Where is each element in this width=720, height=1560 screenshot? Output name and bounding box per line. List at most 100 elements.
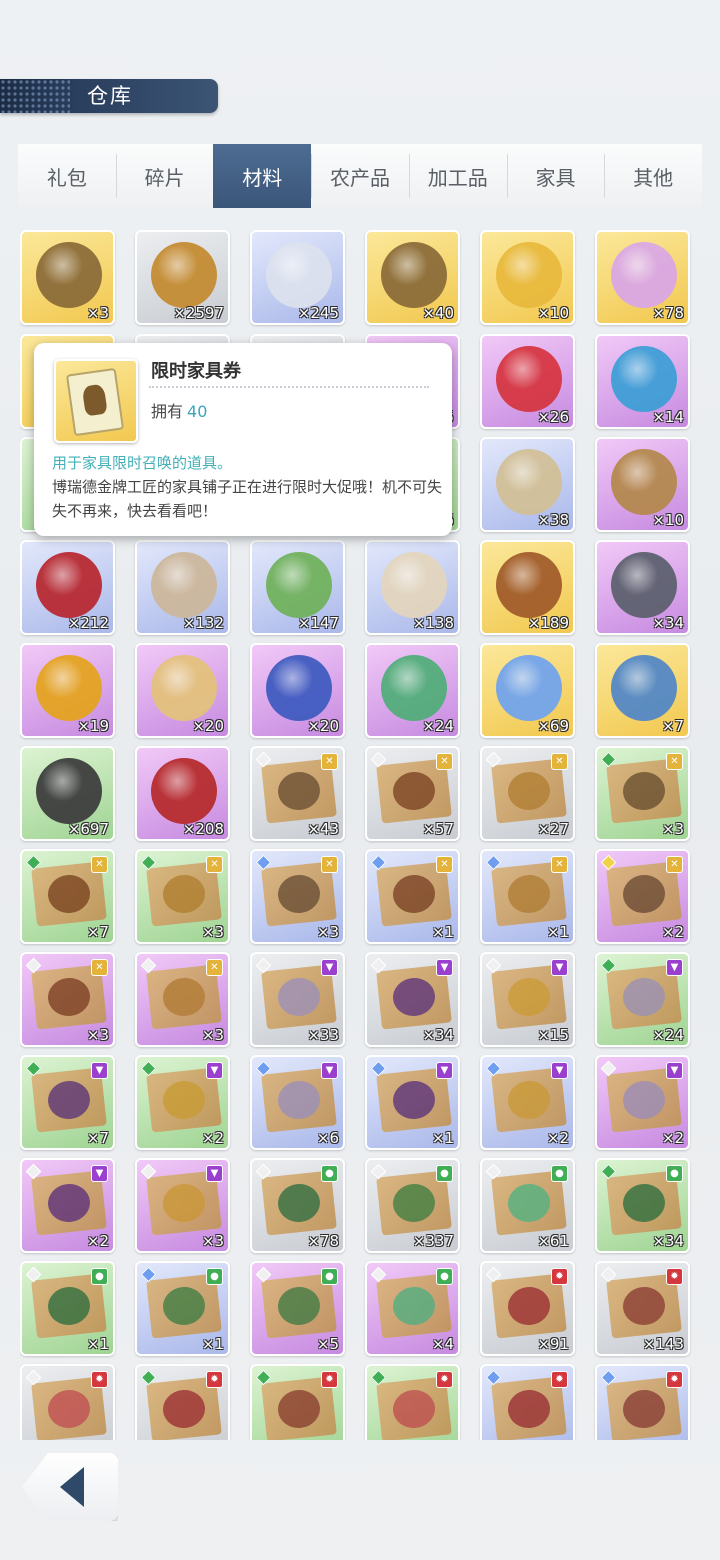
item-slot[interactable]: ✹ — [250, 1364, 345, 1440]
tooltip-item-name: 限时家具券 — [151, 361, 241, 382]
item-count: ×34 — [422, 1026, 454, 1044]
tab-0[interactable]: 礼包 — [18, 144, 116, 208]
tab-6[interactable]: 其他 — [604, 144, 703, 208]
category-badge-icon: ● — [436, 1165, 453, 1182]
item-slot[interactable]: ×26 — [480, 334, 575, 429]
item-slot[interactable]: ✕ ×43 — [250, 746, 345, 841]
item-slot[interactable]: ▼ ×3 — [135, 1158, 230, 1253]
item-slot[interactable]: ×2597 — [135, 230, 230, 325]
item-slot[interactable]: ✹ — [20, 1364, 115, 1440]
tab-1[interactable]: 碎片 — [115, 144, 214, 208]
item-slot[interactable]: ✕ ×1 — [480, 849, 575, 944]
item-slot[interactable]: ✕ ×7 — [20, 849, 115, 944]
category-tabs: 礼包 碎片 材料 农产品 加工品 家具 其他 — [18, 144, 703, 208]
item-slot[interactable]: ● ×1 — [135, 1261, 230, 1356]
item-slot[interactable]: ×38 — [480, 437, 575, 532]
item-slot[interactable]: ×10 — [595, 437, 690, 532]
item-slot[interactable]: ×245 — [250, 230, 345, 325]
item-slot[interactable]: ▼ ×15 — [480, 952, 575, 1047]
item-slot[interactable]: ● ×4 — [365, 1261, 460, 1356]
item-count: ×212 — [67, 614, 109, 632]
category-badge-icon: ✹ — [551, 1268, 568, 1285]
item-slot[interactable]: ×40 — [365, 230, 460, 325]
item-slot[interactable]: ▼ ×2 — [480, 1055, 575, 1150]
category-badge-icon: ▼ — [666, 959, 683, 976]
item-slot[interactable]: ● ×5 — [250, 1261, 345, 1356]
item-slot[interactable]: ×10 — [480, 230, 575, 325]
item-slot[interactable]: ● ×61 — [480, 1158, 575, 1253]
item-slot[interactable]: ×208 — [135, 746, 230, 841]
tab-2[interactable]: 材料 — [213, 144, 312, 208]
item-slot[interactable]: ×24 — [365, 643, 460, 738]
page-title: 仓库 — [87, 84, 133, 108]
item-slot[interactable]: ×20 — [135, 643, 230, 738]
item-slot[interactable]: ✕ ×3 — [135, 952, 230, 1047]
item-slot[interactable]: ×20 — [250, 643, 345, 738]
item-slot[interactable]: ✕ ×3 — [20, 952, 115, 1047]
item-slot[interactable]: ● ×78 — [250, 1158, 345, 1253]
tab-5[interactable]: 家具 — [506, 144, 605, 208]
item-slot[interactable]: ✹ — [480, 1364, 575, 1440]
item-slot[interactable]: ✹ — [135, 1364, 230, 1440]
item-slot[interactable]: ✹ — [595, 1364, 690, 1440]
back-button[interactable] — [22, 1453, 118, 1521]
herb-icon — [266, 242, 332, 308]
category-badge-icon: ▼ — [436, 959, 453, 976]
fossil-icon — [151, 552, 217, 618]
leaf-pearl-icon — [381, 655, 447, 721]
item-slot[interactable]: ▼ ×33 — [250, 952, 345, 1047]
item-slot[interactable]: ▼ ×6 — [250, 1055, 345, 1150]
item-slot[interactable]: ✕ ×2 — [595, 849, 690, 944]
item-slot[interactable]: ▼ ×7 — [20, 1055, 115, 1150]
item-count: ×1 — [201, 1335, 224, 1353]
category-badge-icon: ▼ — [206, 1165, 223, 1182]
item-slot[interactable]: ▼ ×24 — [595, 952, 690, 1047]
item-slot[interactable]: ×132 — [135, 540, 230, 635]
item-slot[interactable]: ✹ ×91 — [480, 1261, 575, 1356]
item-slot[interactable]: ×147 — [250, 540, 345, 635]
item-slot[interactable]: ✕ ×1 — [365, 849, 460, 944]
item-slot[interactable]: ▼ ×2 — [20, 1158, 115, 1253]
item-count: ×3 — [661, 820, 684, 838]
item-count: ×2 — [661, 1129, 684, 1147]
category-badge-icon: ✕ — [321, 753, 338, 770]
item-slot[interactable]: ×697 — [20, 746, 115, 841]
necklace-icon — [266, 655, 332, 721]
item-slot[interactable]: ×14 — [595, 334, 690, 429]
category-badge-icon: ▼ — [436, 1062, 453, 1079]
owned-count: 40 — [187, 402, 208, 421]
item-slot[interactable]: ▼ ×1 — [365, 1055, 460, 1150]
item-slot[interactable]: ▼ ×2 — [595, 1055, 690, 1150]
item-count: ×26 — [537, 408, 569, 426]
item-slot[interactable]: ✕ ×3 — [250, 849, 345, 944]
item-slot[interactable]: ✕ ×27 — [480, 746, 575, 841]
ticket-icon — [381, 242, 447, 308]
item-slot[interactable]: ✹ ×143 — [595, 1261, 690, 1356]
item-slot[interactable]: ×69 — [480, 643, 575, 738]
item-slot[interactable]: ×3 — [20, 230, 115, 325]
category-badge-icon: ● — [321, 1268, 338, 1285]
category-badge-icon: ✕ — [91, 856, 108, 873]
category-badge-icon: ▼ — [91, 1165, 108, 1182]
item-slot[interactable]: ×34 — [595, 540, 690, 635]
tab-3[interactable]: 农产品 — [311, 144, 409, 208]
item-slot[interactable]: ×19 — [20, 643, 115, 738]
item-slot[interactable]: ✕ ×57 — [365, 746, 460, 841]
item-slot[interactable]: ✕ ×3 — [595, 746, 690, 841]
item-count: ×27 — [537, 820, 569, 838]
item-slot[interactable]: ● ×34 — [595, 1158, 690, 1253]
category-badge-icon: ✹ — [436, 1371, 453, 1388]
item-slot[interactable]: ×7 — [595, 643, 690, 738]
item-slot[interactable]: ✕ ×3 — [135, 849, 230, 944]
category-badge-icon: ✕ — [321, 856, 338, 873]
item-slot[interactable]: ×189 — [480, 540, 575, 635]
item-slot[interactable]: ▼ ×2 — [135, 1055, 230, 1150]
item-slot[interactable]: ×138 — [365, 540, 460, 635]
item-slot[interactable]: ✹ — [365, 1364, 460, 1440]
item-slot[interactable]: ×212 — [20, 540, 115, 635]
item-slot[interactable]: ▼ ×34 — [365, 952, 460, 1047]
item-slot[interactable]: ● ×1 — [20, 1261, 115, 1356]
item-slot[interactable]: ● ×337 — [365, 1158, 460, 1253]
item-slot[interactable]: ×78 — [595, 230, 690, 325]
tab-4[interactable]: 加工品 — [408, 144, 507, 208]
